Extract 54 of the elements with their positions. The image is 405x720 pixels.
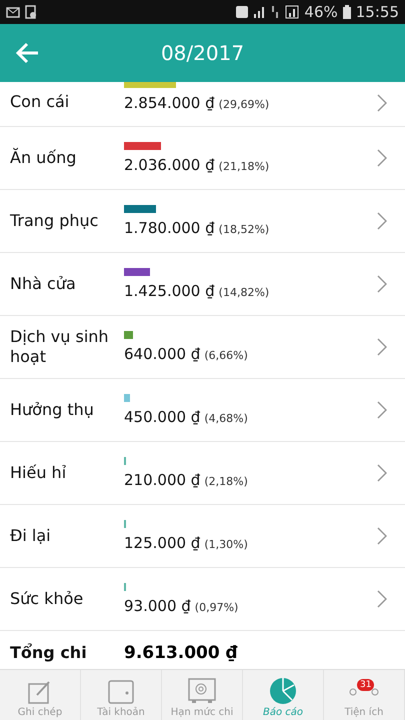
percent: (0,97%) xyxy=(194,601,238,614)
category-name[interactable]: Sức khỏe xyxy=(10,589,124,609)
total-amount: 9.613.000 ₫ xyxy=(124,643,238,663)
mail-icon xyxy=(6,6,20,18)
percent: (29,69%) xyxy=(218,98,270,111)
percent: (6,66%) xyxy=(204,349,248,362)
category-name[interactable]: Ăn uống xyxy=(10,148,124,168)
dots-icon xyxy=(349,687,379,697)
category-name[interactable]: Hiếu hỉ xyxy=(10,463,124,483)
amount: 450.000 ₫ xyxy=(124,408,200,426)
amount: 2.036.000 ₫ xyxy=(124,156,215,174)
total-label: Tổng chi xyxy=(10,643,88,663)
amount: 1.425.000 ₫ xyxy=(124,282,215,300)
amount: 210.000 ₫ xyxy=(124,471,200,489)
chevron-right-icon[interactable] xyxy=(377,275,387,293)
battery-percent: 46% xyxy=(304,3,338,21)
wallet-icon xyxy=(107,679,135,705)
clock: 15:55 xyxy=(356,3,399,21)
notification-badge: 31 xyxy=(357,679,374,691)
chevron-right-icon[interactable] xyxy=(377,94,387,112)
category-name[interactable]: Hưởng thụ xyxy=(10,400,124,420)
safe-icon xyxy=(187,677,217,705)
network-icon xyxy=(270,5,280,19)
amount: 93.000 ₫ xyxy=(124,597,191,615)
chevron-right-icon[interactable] xyxy=(377,149,387,167)
percent: (1,30%) xyxy=(204,538,248,551)
amount: 1.780.000 ₫ xyxy=(124,219,215,237)
chevron-right-icon[interactable] xyxy=(377,527,387,545)
chevron-right-icon[interactable] xyxy=(377,590,387,608)
percent: (2,18%) xyxy=(204,475,248,488)
amount: 2.854.000 ₫ xyxy=(124,94,215,112)
percent: (21,18%) xyxy=(218,160,270,173)
chevron-right-icon[interactable] xyxy=(377,338,387,356)
nav-tab[interactable]: 31 Tiện ích xyxy=(324,670,405,720)
back-arrow-icon[interactable] xyxy=(16,42,40,64)
percent: (4,68%) xyxy=(204,412,248,425)
signal-icon xyxy=(285,5,300,19)
pie-chart-icon xyxy=(269,677,297,705)
amount: 640.000 ₫ xyxy=(124,345,200,363)
battery-icon xyxy=(342,5,351,19)
amount: 125.000 ₫ xyxy=(124,534,200,552)
category-name[interactable]: Đi lại xyxy=(10,526,124,546)
category-name[interactable]: Dịch vụ sinh hoạt xyxy=(10,327,124,367)
screenshot-icon xyxy=(25,5,37,19)
category-name[interactable]: Con cái xyxy=(10,92,124,112)
month-title: 08/2017 xyxy=(160,41,244,65)
category-name[interactable]: Nhà cửa xyxy=(10,274,124,294)
signal-icon xyxy=(253,6,266,18)
chevron-right-icon[interactable] xyxy=(377,464,387,482)
percent: (18,52%) xyxy=(218,223,270,236)
chevron-right-icon[interactable] xyxy=(377,212,387,230)
percent: (14,82%) xyxy=(218,286,270,299)
category-name[interactable]: Trang phục xyxy=(10,211,124,231)
chevron-right-icon[interactable] xyxy=(377,401,387,419)
